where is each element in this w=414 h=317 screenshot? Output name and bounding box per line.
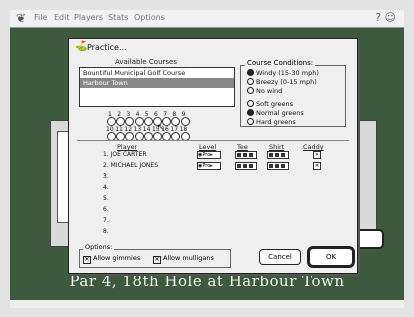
level-popup[interactable]: ◉Pro▸ <box>197 162 221 170</box>
ok-button[interactable]: OK <box>307 246 355 268</box>
course-list[interactable]: Bountiful Municipal Golf Course Harbour … <box>79 67 235 107</box>
radio-off-icon <box>247 118 254 125</box>
player-row: 1. JOE CARTER <box>103 151 146 158</box>
checkbox-checked-icon: ✕ <box>153 256 161 264</box>
allow-gimmies-checkbox[interactable]: ✕ Allow gimmies <box>83 254 140 264</box>
menu-edit[interactable]: Edit <box>54 13 70 22</box>
radio-no-wind[interactable]: No wind <box>247 87 282 95</box>
hole-checkbox[interactable] <box>180 117 190 126</box>
player-name[interactable]: JOE CARTER <box>111 151 147 158</box>
column-player: Player <box>117 143 138 151</box>
conditions-title: Course Conditions: <box>245 59 316 67</box>
course-item[interactable]: Bountiful Municipal Golf Course <box>80 68 234 78</box>
radio-hard-greens[interactable]: Hard greens <box>247 118 296 126</box>
player-number: 5. <box>103 195 109 202</box>
hole-checkbox[interactable] <box>143 117 153 126</box>
player-number: 8. <box>103 228 109 235</box>
player-number: 3. <box>103 173 109 180</box>
radio-normal-greens[interactable]: Normal greens <box>247 109 304 117</box>
column-level: Level <box>199 143 217 151</box>
player-row: 5. <box>103 195 109 202</box>
golfer-icon: ⛳ <box>75 41 88 52</box>
screen-frame: ❦ File Edit Players Stats Options ? ☺ Pa… <box>0 0 414 317</box>
shirt-popup[interactable] <box>267 151 289 159</box>
player-row: 3. <box>103 173 109 180</box>
column-tee: Tee <box>237 143 248 151</box>
menu-bar: ❦ File Edit Players Stats Options ? ☺ <box>10 10 404 28</box>
checkbox-checked-icon: ✕ <box>83 256 91 264</box>
menu-options[interactable]: Options <box>134 13 165 22</box>
practice-dialog: ⛳ Practice... Available Courses Bountifu… <box>68 38 358 274</box>
radio-windy[interactable]: Windy (15-30 mph) <box>247 69 319 77</box>
radio-soft-greens[interactable]: Soft greens <box>247 100 293 108</box>
player-row: 7. <box>103 217 109 224</box>
options-label: Options: <box>83 243 115 251</box>
column-shirt: Shirt <box>269 143 285 151</box>
apple-icon[interactable]: ❦ <box>16 11 26 25</box>
hole-caption: Par 4, 18th Hole at Harbour Town <box>69 272 345 290</box>
tee-popup[interactable] <box>235 162 257 170</box>
radio-off-icon <box>247 78 254 85</box>
available-courses-label: Available Courses <box>115 58 177 66</box>
menu-stats[interactable]: Stats <box>108 13 128 22</box>
level-popup[interactable]: ◉Pro▸ <box>197 151 221 159</box>
radio-off-icon <box>247 100 254 107</box>
radio-on-icon <box>247 69 254 76</box>
hole-checkbox[interactable] <box>116 117 126 126</box>
caddy-checkbox[interactable]: ✕ <box>313 151 321 159</box>
dialog-title: ⛳ Practice... <box>75 41 127 52</box>
divider <box>77 140 349 141</box>
shirt-popup[interactable] <box>267 162 289 170</box>
player-number: 1. <box>103 151 111 158</box>
footer-strip <box>10 300 404 308</box>
dialog-title-text: Practice... <box>87 43 127 52</box>
menu-players[interactable]: Players <box>74 13 103 22</box>
radio-off-icon <box>247 87 254 94</box>
player-row: 2. MICHAEL JONES <box>103 162 158 169</box>
caddy-checkbox[interactable]: ✕ <box>313 162 321 170</box>
player-name[interactable]: MICHAEL JONES <box>111 162 158 169</box>
allow-mulligans-checkbox[interactable]: ✕ Allow mulligans <box>153 254 214 264</box>
player-row: 8. <box>103 228 109 235</box>
course-item-selected[interactable]: Harbour Town <box>80 78 234 88</box>
player-number: 2. <box>103 162 111 169</box>
player-row: 4. <box>103 184 109 191</box>
radio-breezy[interactable]: Breezy (0-15 mph) <box>247 78 317 86</box>
hole-checkbox[interactable] <box>125 117 135 126</box>
player-row: 6. <box>103 206 109 213</box>
cancel-button[interactable]: Cancel <box>259 249 301 265</box>
column-caddy: Caddy <box>303 143 324 151</box>
pointer-cursor-icon: ↖ <box>157 123 165 133</box>
hole-checkbox[interactable] <box>107 117 116 126</box>
menu-file[interactable]: File <box>34 13 47 22</box>
player-number: 4. <box>103 184 109 191</box>
help-icon[interactable]: ? ☺ <box>375 11 396 24</box>
player-number: 7. <box>103 217 109 224</box>
player-number: 6. <box>103 206 109 213</box>
radio-on-icon <box>247 109 254 116</box>
hole-checkbox[interactable] <box>134 117 144 126</box>
tee-popup[interactable] <box>235 151 257 159</box>
hole-checkbox[interactable] <box>171 117 181 126</box>
